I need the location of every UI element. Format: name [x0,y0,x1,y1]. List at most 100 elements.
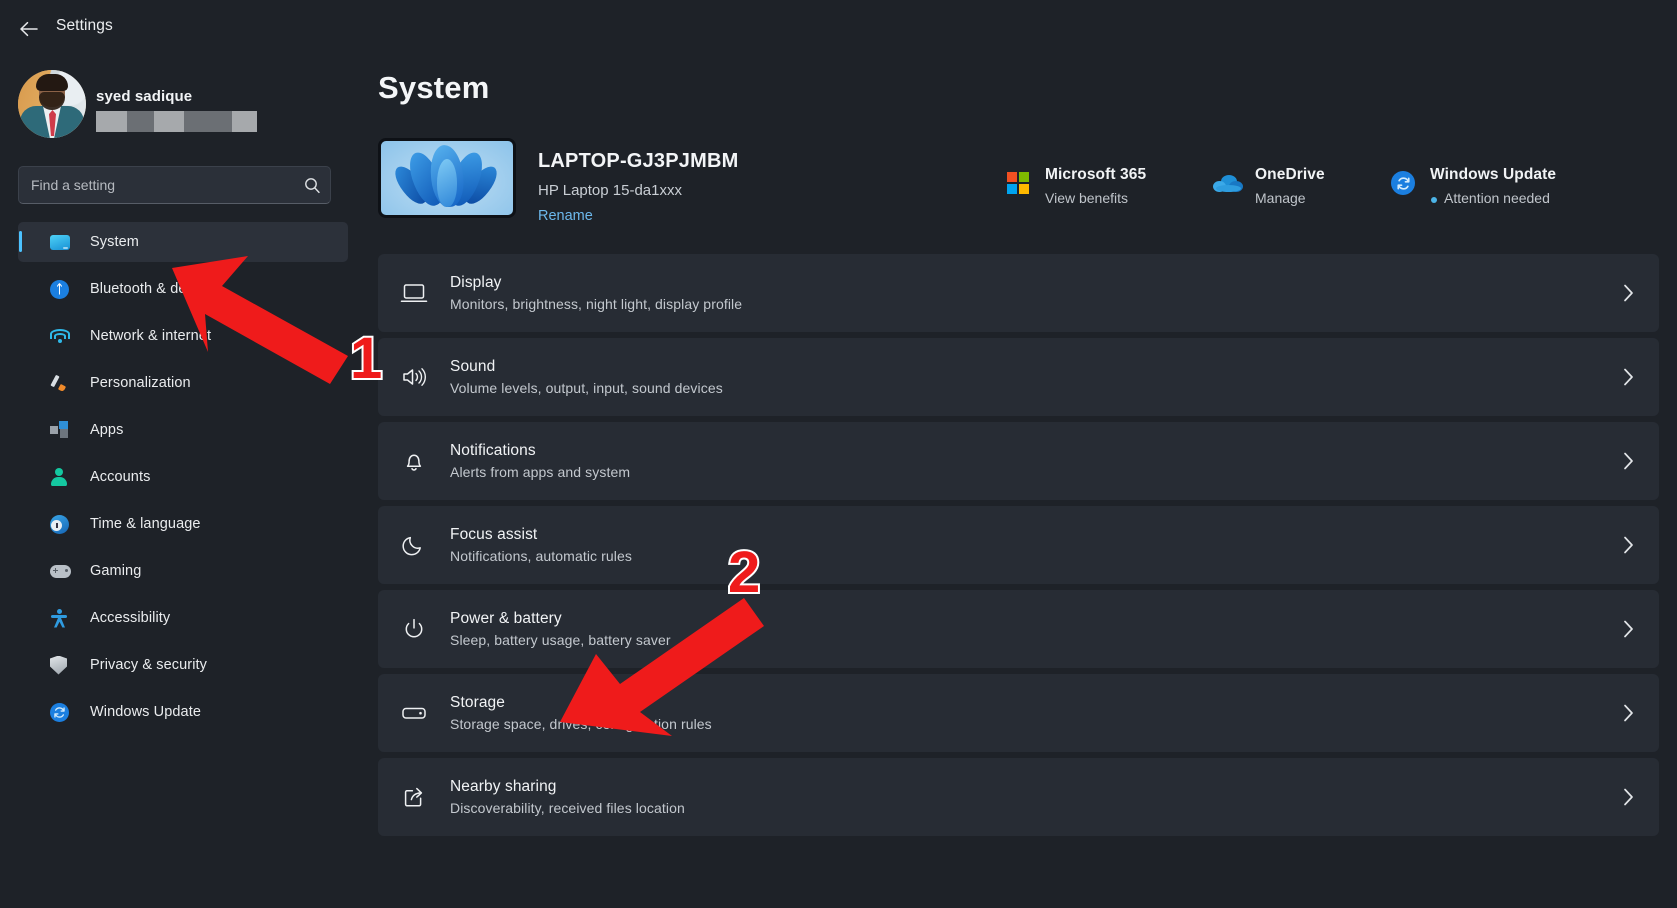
title-bar: Settings [0,0,1677,56]
settings-row-notifications[interactable]: Notifications Alerts from apps and syste… [378,422,1659,500]
quick-link-subtitle: Attention needed [1444,190,1550,206]
sidebar-item-label: Apps [90,422,123,438]
settings-row-subtitle: Discoverability, received files location [450,800,1597,816]
sidebar-item-apps[interactable]: Apps [18,410,348,450]
settings-window: Settings syed sadique [0,0,1677,908]
back-button[interactable] [12,12,46,46]
settings-row-title: Power & battery [450,610,1597,628]
quick-link-title: Microsoft 365 [1045,166,1146,184]
microsoft-logo-icon [1003,168,1033,198]
settings-row-storage[interactable]: Storage Storage space, drives, configura… [378,674,1659,752]
display-monitor-icon [378,282,450,304]
quick-link-title: Windows Update [1430,166,1556,184]
settings-row-title: Storage [450,694,1597,712]
bluetooth-icon: ᛏ [50,280,78,299]
sidebar-item-personalization[interactable]: Personalization [18,363,348,403]
device-name: LAPTOP-GJ3PJMBM [538,150,738,173]
settings-row-subtitle: Sleep, battery usage, battery saver [450,632,1597,648]
quick-link-windows-update[interactable]: Windows Update Attention needed [1388,152,1638,216]
settings-row-subtitle: Storage space, drives, configuration rul… [450,716,1597,732]
drive-icon [378,703,450,723]
chevron-right-icon[interactable] [1597,452,1659,470]
bell-icon [378,449,450,473]
sidebar-item-accessibility[interactable]: Accessibility [18,598,348,638]
settings-row-subtitle: Volume levels, output, input, sound devi… [450,380,1597,396]
window-title: Settings [56,17,113,35]
chevron-right-icon[interactable] [1597,368,1659,386]
avatar [18,70,86,138]
settings-row-title: Focus assist [450,526,1597,544]
windows-bloom-wallpaper [378,138,516,218]
sidebar-item-time-language[interactable]: Time & language [18,504,348,544]
sidebar-item-label: Personalization [90,375,191,391]
chevron-right-icon[interactable] [1597,788,1659,806]
settings-row-title: Nearby sharing [450,778,1597,796]
quick-link-microsoft-365[interactable]: Microsoft 365 View benefits [1003,152,1228,216]
apps-grid-icon [50,421,78,439]
wifi-icon [50,329,78,343]
sidebar: syed sadique System ᛏ Bluetooth & devi [0,56,360,908]
page-title: System [378,70,490,106]
quick-link-subtitle: Manage [1255,190,1306,206]
account-email-redacted [96,111,257,132]
rename-link[interactable]: Rename [538,208,593,224]
refresh-circle-icon [50,703,78,722]
sidebar-item-label: Network & internet [90,328,211,344]
share-icon [378,785,450,809]
sidebar-item-label: Accessibility [90,610,170,626]
settings-row-title: Display [450,274,1597,292]
person-icon [50,468,78,486]
gamepad-icon [50,565,78,578]
settings-row-subtitle: Notifications, automatic rules [450,548,1597,564]
shield-icon [50,656,78,675]
device-model: HP Laptop 15-da1xxx [538,182,682,199]
settings-row-subtitle: Alerts from apps and system [450,464,1597,480]
device-info-card: LAPTOP-GJ3PJMBM HP Laptop 15-da1xxx Rena… [378,138,1659,234]
sidebar-item-system[interactable]: System [18,222,348,262]
sidebar-item-bluetooth-devices[interactable]: ᛏ Bluetooth & devices [18,269,348,309]
quick-link-title: OneDrive [1255,166,1325,184]
moon-icon [378,533,450,557]
refresh-circle-icon [1388,168,1418,198]
sidebar-item-label: Bluetooth & devices [90,281,220,297]
settings-list: Display Monitors, brightness, night ligh… [378,254,1659,842]
sidebar-item-gaming[interactable]: Gaming [18,551,348,591]
sidebar-item-label: Time & language [90,516,201,532]
chevron-right-icon[interactable] [1597,284,1659,302]
chevron-right-icon[interactable] [1597,704,1659,722]
settings-row-power-battery[interactable]: Power & battery Sleep, battery usage, ba… [378,590,1659,668]
power-icon [378,617,450,641]
settings-row-title: Sound [450,358,1597,376]
search-icon[interactable] [294,177,330,194]
sidebar-item-windows-update[interactable]: Windows Update [18,692,348,732]
user-profile[interactable]: syed sadique [18,64,348,144]
settings-row-title: Notifications [450,442,1597,460]
attention-status-dot [1431,197,1437,203]
accessibility-person-icon [50,609,78,628]
quick-link-subtitle: View benefits [1045,190,1128,206]
sidebar-item-label: Gaming [90,563,141,579]
search-input[interactable] [19,177,294,193]
quick-link-onedrive[interactable]: OneDrive Manage [1213,152,1413,216]
sidebar-item-accounts[interactable]: Accounts [18,457,348,497]
sidebar-item-network-internet[interactable]: Network & internet [18,316,348,356]
sidebar-item-label: Accounts [90,469,150,485]
chevron-right-icon[interactable] [1597,620,1659,638]
sidebar-nav: System ᛏ Bluetooth & devices Network & i… [18,222,348,739]
settings-row-focus-assist[interactable]: Focus assist Notifications, automatic ru… [378,506,1659,584]
onedrive-cloud-icon [1213,168,1243,198]
settings-row-nearby-sharing[interactable]: Nearby sharing Discoverability, received… [378,758,1659,836]
search-box[interactable] [18,166,331,204]
speaker-icon [378,366,450,388]
settings-row-sound[interactable]: Sound Volume levels, output, input, soun… [378,338,1659,416]
back-arrow-icon [19,21,39,37]
clock-globe-icon [50,515,78,534]
chevron-right-icon[interactable] [1597,536,1659,554]
sidebar-item-label: Privacy & security [90,657,207,673]
sidebar-item-label: System [90,234,139,250]
main-content: System LAPTOP-GJ3PJMBM HP Laptop 15-da1x… [360,56,1677,908]
sidebar-item-label: Windows Update [90,704,201,720]
sidebar-item-privacy-security[interactable]: Privacy & security [18,645,348,685]
settings-row-display[interactable]: Display Monitors, brightness, night ligh… [378,254,1659,332]
paintbrush-icon [50,374,78,392]
